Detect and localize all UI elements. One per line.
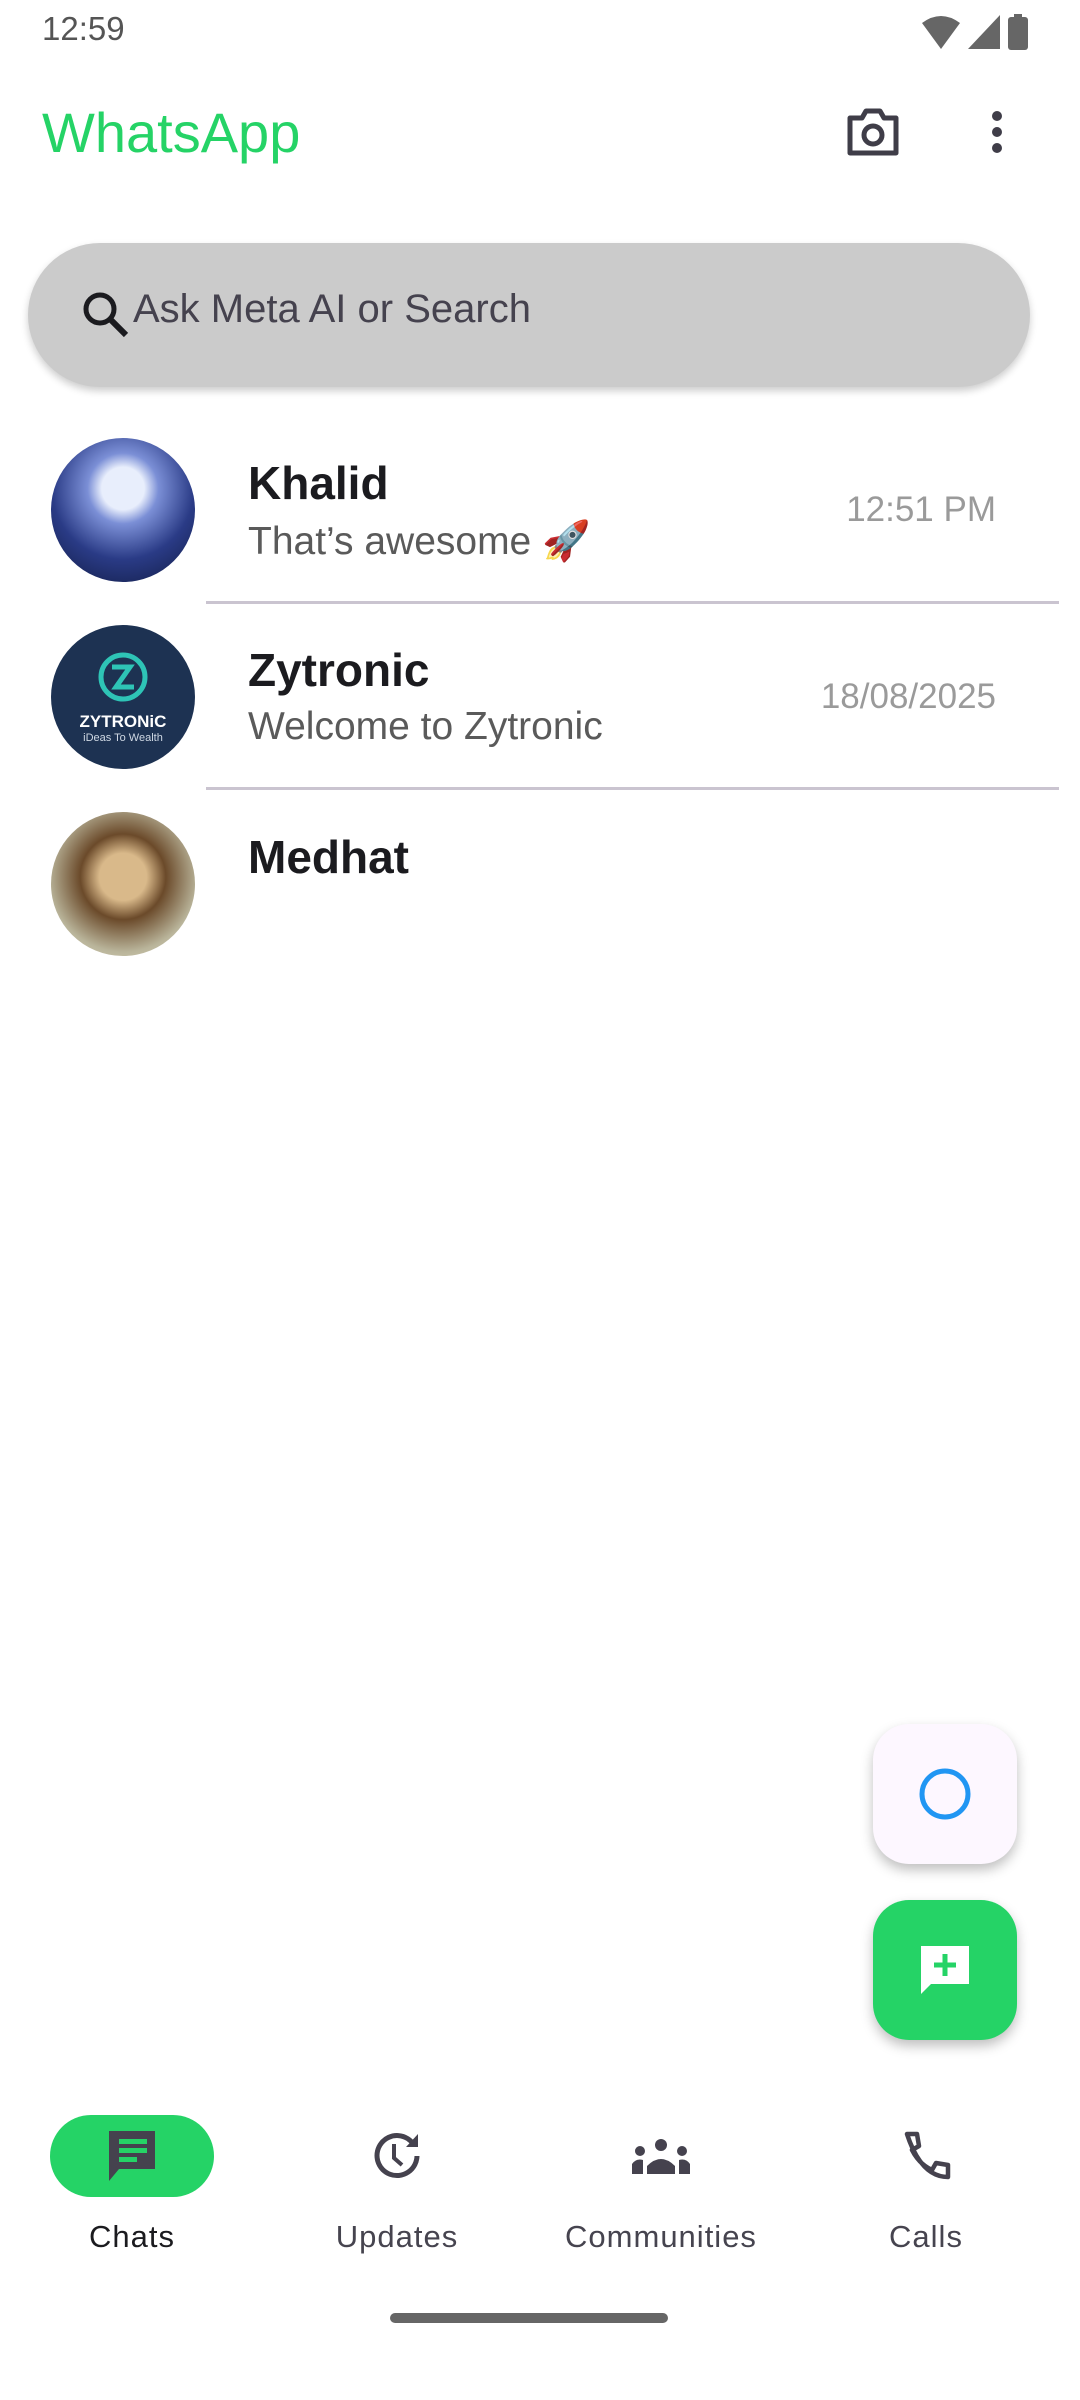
avatar-logo-text: ZYTRONiC bbox=[79, 712, 167, 731]
battery-icon bbox=[1008, 14, 1028, 50]
signal-icon bbox=[968, 15, 1000, 49]
avatar bbox=[51, 812, 195, 956]
nav-communities-indicator bbox=[579, 2115, 743, 2197]
zytronic-logo-icon bbox=[98, 652, 148, 702]
meta-ai-button[interactable] bbox=[873, 1724, 1017, 1864]
avatar: ZYTRONiC iDeas To Wealth bbox=[51, 625, 195, 769]
camera-button[interactable] bbox=[833, 92, 913, 172]
nav-label: Updates bbox=[335, 2219, 459, 2254]
nav-updates-indicator bbox=[315, 2115, 479, 2197]
avatar-logo-subtext: iDeas To Wealth bbox=[83, 732, 163, 744]
search-input[interactable]: Ask Meta AI or Search bbox=[133, 287, 531, 332]
nav-calls[interactable]: Calls bbox=[806, 2115, 1046, 2255]
more-options-button[interactable] bbox=[957, 92, 1037, 172]
camera-icon bbox=[847, 108, 899, 156]
nav-chats-indicator bbox=[50, 2115, 214, 2197]
meta-ai-icon bbox=[919, 1768, 971, 1820]
search-bar[interactable]: Ask Meta AI or Search bbox=[28, 243, 1030, 387]
chat-last-message: That’s awesome 🚀 bbox=[248, 520, 591, 563]
nav-label: Calls bbox=[889, 2219, 963, 2254]
nav-label: Communities bbox=[565, 2219, 757, 2254]
app-title: WhatsApp bbox=[42, 101, 301, 164]
chat-icon bbox=[109, 2131, 155, 2181]
chat-name: Khalid bbox=[248, 457, 389, 509]
wifi-icon bbox=[922, 16, 960, 49]
chat-name: Zytronic bbox=[248, 644, 430, 696]
chat-row-khalid[interactable]: Khalid That’s awesome 🚀 12:51 PM bbox=[0, 438, 1080, 624]
chat-name: Medhat bbox=[248, 831, 409, 883]
divider bbox=[206, 787, 1059, 790]
new-chat-icon bbox=[921, 1946, 969, 1994]
avatar bbox=[51, 438, 195, 582]
nav-chats[interactable]: Chats bbox=[12, 2115, 252, 2255]
new-chat-button[interactable] bbox=[873, 1900, 1017, 2040]
phone-icon bbox=[904, 2131, 951, 2180]
nav-label: Chats bbox=[89, 2219, 175, 2254]
status-icons bbox=[922, 14, 1028, 50]
updates-icon bbox=[374, 2133, 420, 2178]
chat-time: 12:51 PM bbox=[846, 490, 996, 529]
status-time: 12:59 bbox=[42, 10, 125, 47]
search-icon bbox=[83, 292, 129, 338]
divider bbox=[206, 601, 1059, 604]
home-indicator[interactable] bbox=[390, 2313, 668, 2323]
chat-row-medhat[interactable]: Medhat bbox=[0, 812, 1080, 998]
nav-communities[interactable]: Communities bbox=[541, 2115, 781, 2255]
more-vert-icon bbox=[992, 111, 1002, 153]
nav-updates[interactable]: Updates bbox=[277, 2115, 517, 2255]
nav-calls-indicator bbox=[844, 2115, 1008, 2197]
chat-row-zytronic[interactable]: ZYTRONiC iDeas To Wealth Zytronic Welcom… bbox=[0, 625, 1080, 811]
communities-icon bbox=[632, 2139, 690, 2174]
chat-time: 18/08/2025 bbox=[820, 677, 996, 716]
chat-last-message: Welcome to Zytronic bbox=[248, 705, 603, 748]
